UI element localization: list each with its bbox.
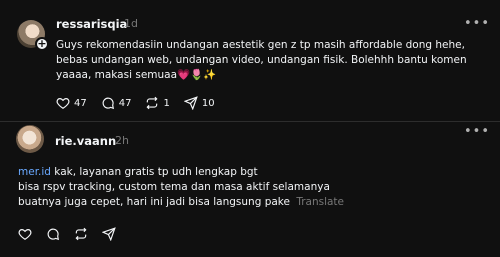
post: + ressarisqia 1d ••• Guys rekomendasiin … <box>0 0 500 120</box>
repost-button[interactable]: 1 <box>145 96 170 110</box>
like-count: 47 <box>74 97 87 109</box>
comment-icon <box>101 96 115 110</box>
post-username[interactable]: rie.vaann <box>55 134 116 148</box>
share-icon <box>183 96 198 110</box>
comment-button[interactable]: 47 <box>101 96 132 110</box>
thread-feed: + ressarisqia 1d ••• Guys rekomendasiin … <box>0 0 500 257</box>
comment-icon <box>46 227 60 241</box>
heart-icon <box>56 96 70 110</box>
post-body-line: buatnya juga cepet, hari ini jadi bisa l… <box>18 196 290 208</box>
repost-icon <box>145 96 159 110</box>
plus-icon[interactable]: + <box>35 37 49 51</box>
share-button[interactable] <box>102 227 116 241</box>
repost-icon <box>74 227 88 241</box>
share-count: 10 <box>201 97 215 109</box>
comment-button[interactable] <box>46 227 60 241</box>
post-actions: 47 47 1 10 <box>56 96 229 110</box>
more-icon[interactable]: ••• <box>464 17 489 31</box>
post-timestamp: 1d <box>124 17 138 30</box>
share-icon <box>102 227 116 241</box>
mention-link[interactable]: mer.id <box>18 166 51 178</box>
post-body-line: bisa rspv tracking, custom tema dan masa… <box>18 181 330 193</box>
post-body-line: kak, layanan gratis tp udh lengkap bgt <box>50 166 258 178</box>
repost-button[interactable] <box>74 227 88 241</box>
post-body: mer.id kak, layanan gratis tp udh lengka… <box>18 165 488 210</box>
repost-count: 1 <box>163 97 170 109</box>
like-button[interactable] <box>18 227 32 241</box>
post-timestamp: 2h <box>115 134 129 147</box>
share-button[interactable]: 10 <box>183 96 215 110</box>
heart-icon <box>18 227 32 241</box>
post-username[interactable]: ressarisqia <box>56 17 127 31</box>
post-actions <box>18 227 130 241</box>
post-body: Guys rekomendasiin undangan aestetik gen… <box>56 39 467 81</box>
comment-count: 47 <box>118 97 132 109</box>
avatar[interactable] <box>16 125 44 153</box>
translate-link[interactable]: Translate <box>296 196 344 208</box>
like-button[interactable]: 47 <box>56 96 87 110</box>
more-icon[interactable]: ••• <box>464 125 489 139</box>
